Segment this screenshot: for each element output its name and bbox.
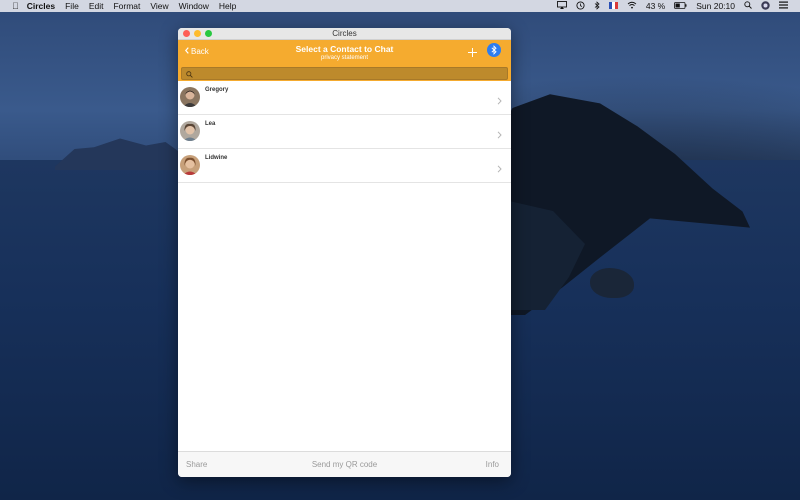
info-button[interactable]: Info [486, 460, 499, 469]
bottom-toolbar: Share Send my QR code Info [178, 451, 511, 477]
search-field[interactable] [181, 67, 508, 80]
page-title: Select a Contact to Chat [295, 44, 394, 54]
battery-icon[interactable] [674, 1, 687, 11]
menu-format[interactable]: Format [113, 1, 140, 11]
contact-name: Gregory [205, 87, 229, 93]
add-contact-button[interactable] [467, 43, 478, 61]
apple-icon[interactable]:  [12, 1, 19, 11]
window-titlebar[interactable]: Circles [178, 28, 511, 40]
menu-app-name[interactable]: Circles [27, 1, 55, 11]
wifi-icon[interactable] [627, 1, 637, 11]
search-icon [186, 65, 193, 83]
time-machine-icon[interactable] [576, 0, 585, 12]
contact-row-gregory[interactable]: Gregory [178, 81, 511, 115]
window-title: Circles [332, 29, 357, 38]
back-button[interactable]: Back [185, 47, 209, 56]
notification-center-icon[interactable] [779, 1, 788, 11]
chevron-right-icon [497, 160, 502, 178]
contact-row-lea[interactable]: Lea [178, 115, 511, 149]
chevron-right-icon [497, 92, 502, 110]
clock[interactable]: Sun 20:10 [696, 1, 735, 11]
contact-list: Gregory Lea Lidwine [178, 81, 511, 183]
airplay-icon[interactable] [556, 1, 567, 11]
chevron-right-icon [497, 126, 502, 144]
bluetooth-button[interactable] [487, 43, 501, 57]
menu-file[interactable]: File [65, 1, 79, 11]
menu-view[interactable]: View [150, 1, 168, 11]
avatar [180, 87, 200, 107]
avatar [180, 121, 200, 141]
menu-edit[interactable]: Edit [89, 1, 104, 11]
contact-row-lidwine[interactable]: Lidwine [178, 149, 511, 183]
send-qr-code-button[interactable]: Send my QR code [178, 460, 511, 469]
menu-help[interactable]: Help [219, 1, 236, 11]
contact-name: Lidwine [205, 155, 228, 161]
back-label: Back [191, 47, 209, 56]
spotlight-icon[interactable] [744, 1, 752, 11]
chevron-left-icon [185, 47, 189, 56]
bluetooth-status-icon[interactable] [594, 0, 600, 12]
menu-window[interactable]: Window [179, 1, 209, 11]
contact-name: Lea [205, 121, 216, 127]
status-area: 43 % Sun 20:10 [556, 0, 788, 12]
search-input[interactable] [196, 70, 476, 77]
app-window: Circles Back Select a Contact to Chat pr… [178, 28, 511, 477]
nav-bar: Back Select a Contact to Chat privacy st… [178, 40, 511, 64]
bluetooth-icon [491, 45, 497, 55]
privacy-statement-link[interactable]: privacy statement [178, 55, 511, 61]
avatar [180, 155, 200, 175]
menu-bar:  Circles File Edit Format View Window H… [0, 0, 800, 12]
far-hills [55, 138, 185, 170]
search-bar [178, 64, 511, 81]
nav-title-area: Select a Contact to Chat privacy stateme… [178, 43, 511, 61]
sea-rock [590, 268, 634, 298]
user-avatar-icon[interactable] [761, 0, 770, 12]
battery-percent: 43 % [645, 1, 666, 11]
french-flag-icon[interactable] [608, 1, 618, 11]
